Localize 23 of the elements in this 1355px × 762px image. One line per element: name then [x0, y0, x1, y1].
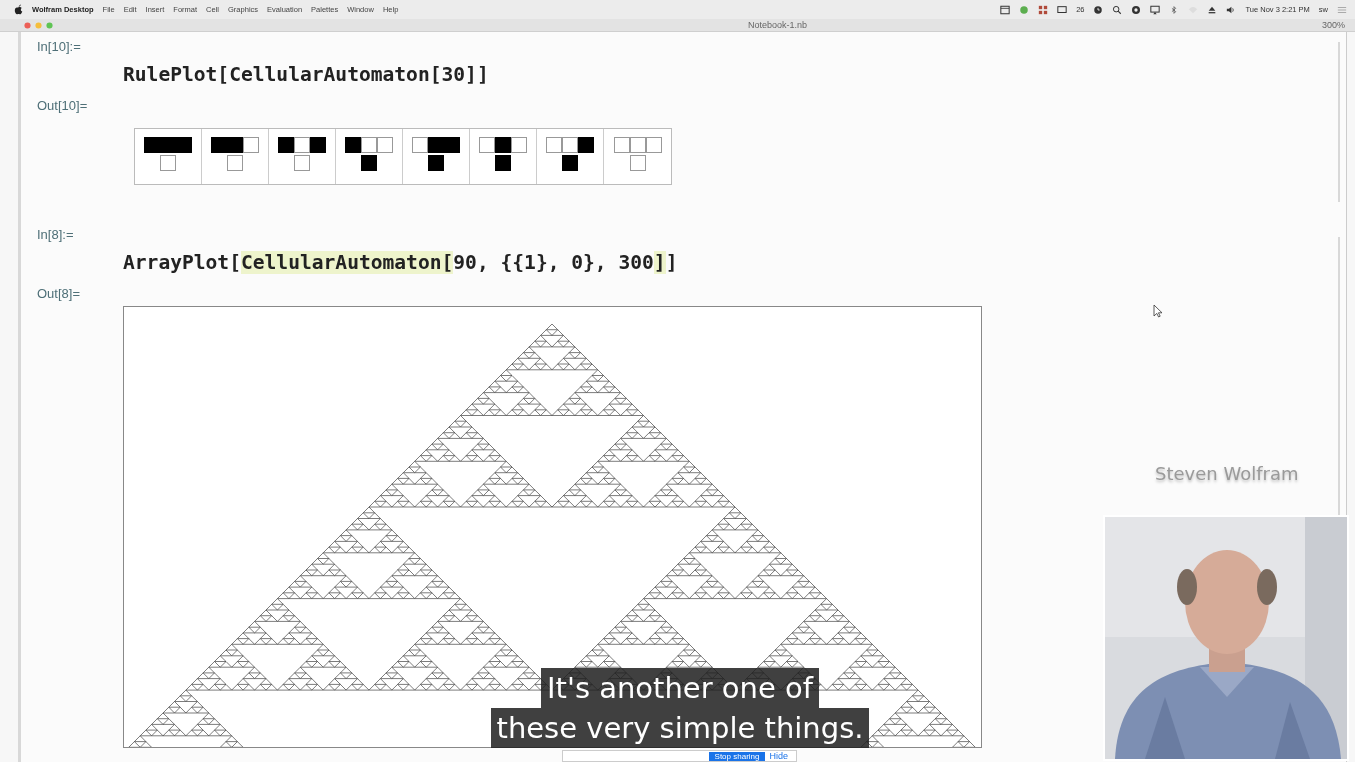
cell-label: Out[10]=	[37, 98, 89, 113]
display-icon[interactable]	[1150, 4, 1161, 15]
window-icon[interactable]	[1000, 4, 1011, 15]
code-line[interactable]: ArrayPlot[CellularAutomaton[90, {{1}, 0}, 300]]	[123, 251, 678, 274]
stop-sharing-button[interactable]: Stop sharing	[708, 751, 766, 761]
cell-label: In[10]:=	[37, 39, 82, 54]
close-icon[interactable]	[24, 21, 31, 29]
grid-icon[interactable]	[1038, 4, 1049, 15]
code-line[interactable]: RulePlot[CellularAutomaton[30]]	[123, 63, 489, 86]
screen-icon[interactable]	[1057, 4, 1068, 15]
cell-label: Out[8]=	[37, 286, 81, 301]
apple-icon[interactable]	[14, 4, 23, 15]
eject-icon[interactable]	[1207, 4, 1218, 15]
cell-label: In[8]:=	[37, 227, 75, 242]
search-icon[interactable]	[1112, 4, 1123, 15]
record-icon[interactable]	[1131, 4, 1142, 15]
cursor-icon	[1153, 304, 1163, 318]
speaker-name: Steven Wolfram	[1155, 463, 1299, 484]
window-title: Notebook-1.nb	[747, 20, 807, 30]
hide-link[interactable]: Hide	[769, 751, 788, 761]
clock-icon[interactable]	[1093, 4, 1104, 15]
speaker-icon[interactable]	[1226, 4, 1237, 15]
zoom-menu[interactable]: 300%	[1322, 20, 1345, 30]
